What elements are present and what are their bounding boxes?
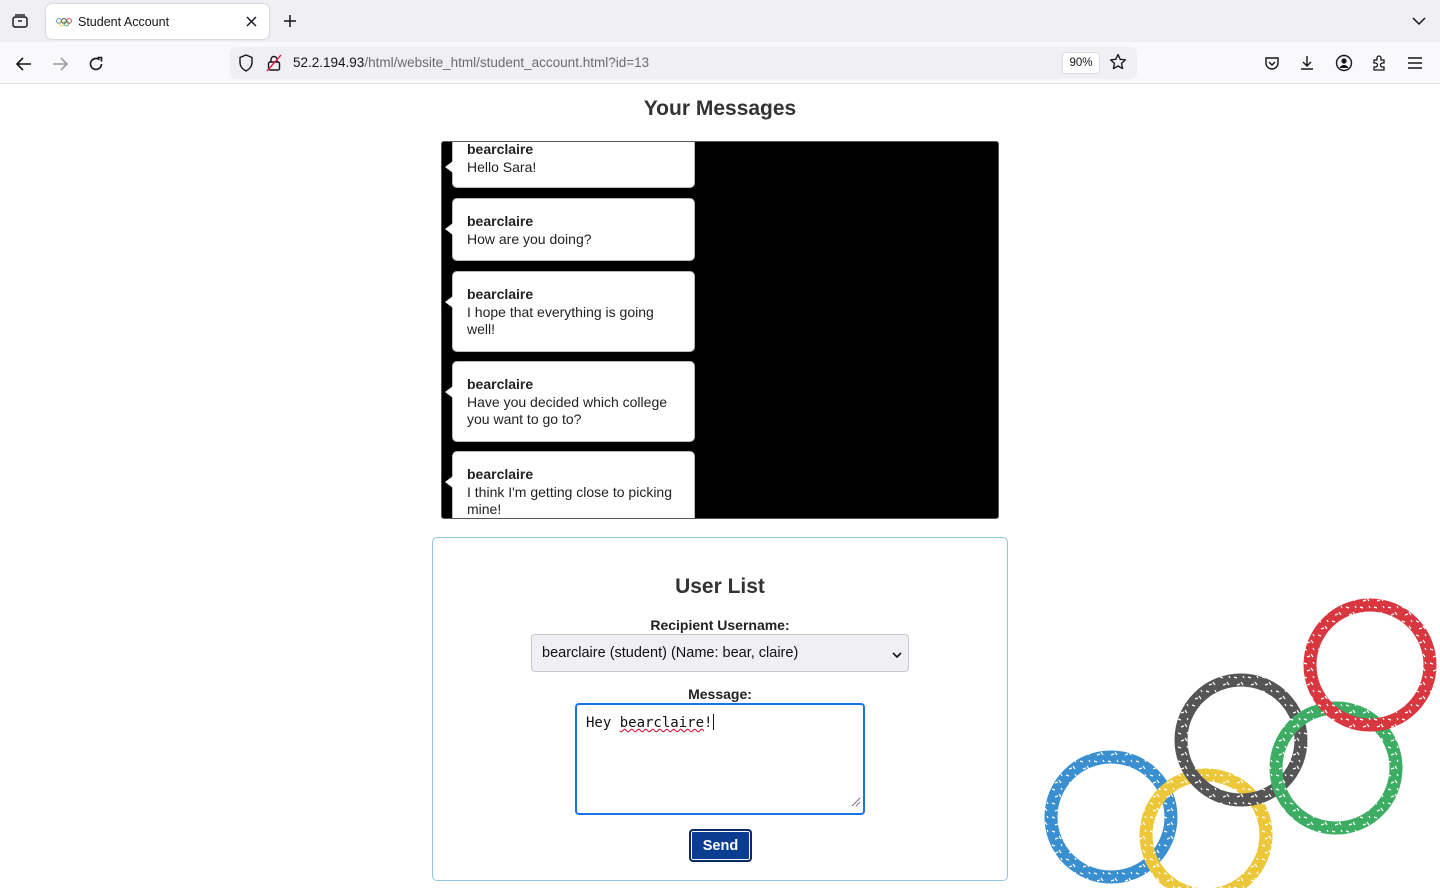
message-bubble: bearclaire I hope that everything is goi… bbox=[445, 271, 695, 352]
insecure-lock-icon[interactable] bbox=[266, 54, 282, 77]
url-path: /html/website_html/student_account.html?… bbox=[364, 55, 650, 70]
message-sender: bearclaire bbox=[467, 286, 534, 302]
url-host: 52.2.194.93 bbox=[293, 55, 365, 70]
reload-icon[interactable] bbox=[83, 51, 109, 77]
message-bubble: bearclaire Hello Sara! bbox=[445, 141, 695, 188]
message-bubble: bearclaire Have you decided which colleg… bbox=[445, 361, 695, 442]
message-text: I think I'm getting close to picking min… bbox=[467, 483, 672, 518]
chevron-down-icon[interactable] bbox=[1408, 10, 1430, 32]
menu-icon[interactable] bbox=[1404, 52, 1426, 74]
resize-grip-icon[interactable] bbox=[851, 795, 861, 811]
shield-icon[interactable] bbox=[238, 54, 254, 77]
text-caret bbox=[713, 714, 715, 730]
bookmark-star-icon[interactable] bbox=[1109, 53, 1127, 76]
olympic-rings-decoration bbox=[1044, 598, 1437, 888]
page-content: Your Messages bearclaire Hello Sara! bea… bbox=[0, 85, 1440, 888]
messages-panel[interactable]: bearclaire Hello Sara! bearclaire How ar… bbox=[441, 141, 999, 519]
message-bubble: bearclaire I think I'm getting close to … bbox=[445, 451, 695, 518]
message-label: Message: bbox=[688, 686, 752, 702]
account-icon[interactable] bbox=[1333, 52, 1355, 74]
close-tab-icon[interactable] bbox=[239, 10, 263, 34]
message-sender: bearclaire bbox=[467, 376, 534, 392]
tab-bar: Student Account bbox=[0, 0, 1440, 42]
url-bar[interactable]: 52.2.194.93/html/website_html/student_ac… bbox=[230, 47, 1137, 79]
back-icon[interactable] bbox=[11, 51, 37, 77]
nav-bar: 52.2.194.93/html/website_html/student_ac… bbox=[0, 42, 1440, 84]
tab-list-icon[interactable] bbox=[8, 10, 32, 32]
zoom-level-badge[interactable]: 90% bbox=[1062, 52, 1100, 74]
download-icon[interactable] bbox=[1296, 52, 1318, 74]
message-text: I hope that everything is going well! bbox=[467, 303, 654, 338]
recipient-label: Recipient Username: bbox=[650, 617, 790, 633]
message-sender: bearclaire bbox=[467, 466, 534, 482]
send-button[interactable]: Send bbox=[689, 829, 752, 862]
url-text[interactable]: 52.2.194.93/html/website_html/student_ac… bbox=[293, 55, 649, 70]
recipient-selected-value: bearclaire (student) (Name: bear, claire… bbox=[542, 645, 799, 661]
message-text: Hello Sara! bbox=[467, 158, 537, 175]
message-sender: bearclaire bbox=[467, 141, 534, 157]
message-text-prefix: Hey bbox=[586, 715, 620, 731]
olympic-rings-favicon-icon bbox=[56, 17, 72, 26]
page-title: Your Messages bbox=[643, 97, 797, 120]
message-bubble: bearclaire How are you doing? bbox=[445, 198, 695, 261]
message-text: Have you decided which college you want … bbox=[467, 393, 668, 428]
tab-title: Student Account bbox=[78, 14, 170, 29]
message-text-misspelled: bearclaire bbox=[619, 715, 705, 731]
forward-icon[interactable] bbox=[47, 51, 73, 77]
recipient-select[interactable]: bearclaire (student) (Name: bear, claire… bbox=[531, 634, 909, 672]
new-tab-icon[interactable] bbox=[278, 9, 302, 33]
browser-tab[interactable]: Student Account bbox=[46, 4, 269, 39]
user-list-title: User List bbox=[675, 575, 765, 598]
chevron-down-icon bbox=[892, 647, 902, 663]
message-sender: bearclaire bbox=[467, 213, 534, 229]
message-text: How are you doing? bbox=[467, 230, 592, 247]
message-textarea[interactable]: Hey bearclaire! bbox=[575, 703, 865, 815]
pocket-icon[interactable] bbox=[1261, 52, 1283, 74]
message-text-suffix: ! bbox=[704, 715, 713, 731]
extensions-icon[interactable] bbox=[1369, 52, 1391, 74]
user-list-form: User List Recipient Username: bearclaire… bbox=[432, 537, 1008, 881]
